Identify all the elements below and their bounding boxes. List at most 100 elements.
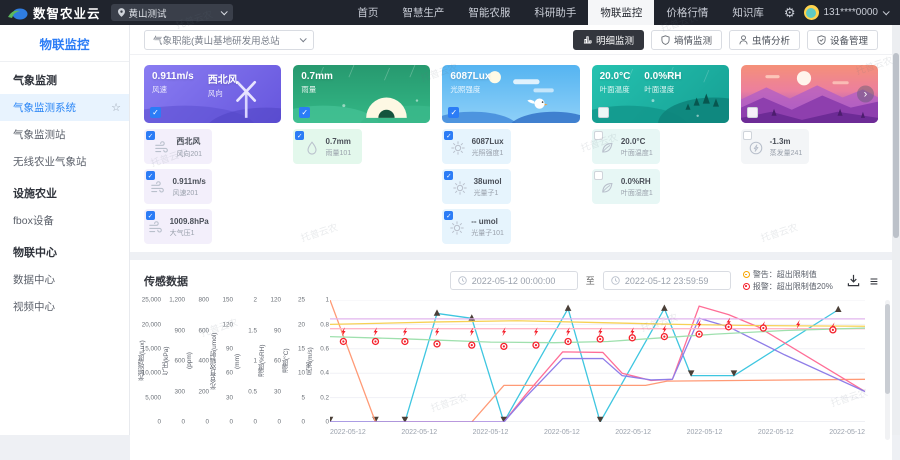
sidebar-item-weather-station[interactable]: 气象监测站 xyxy=(0,121,129,148)
toolbar-buttons: 明细监测 墒情监测 虫情分析 设备管理 xyxy=(573,30,878,50)
user-menu[interactable]: 131****0000 xyxy=(804,5,900,20)
metric-value: 20.0°C xyxy=(600,71,631,82)
nav-item-agriservice[interactable]: 智能农服 xyxy=(456,0,522,25)
sensor-tile[interactable]: ✓-- umol光量子101 xyxy=(442,209,510,244)
nav-item-price[interactable]: 价格行情 xyxy=(654,0,720,25)
nav-item-production[interactable]: 智慧生产 xyxy=(390,0,456,25)
avatar xyxy=(804,5,819,20)
card-checkbox[interactable]: ✓ xyxy=(299,107,310,118)
y-axis-tick: 90 xyxy=(274,327,281,334)
card-rain[interactable]: 0.7mm 雨量 ✓ xyxy=(293,65,430,123)
list-view-icon[interactable]: ≡ xyxy=(870,273,878,289)
nav-menu: 首页 智慧生产 智能农服 科研助手 物联监控 价格行情 知识库 xyxy=(345,0,776,25)
station-select[interactable]: 气象职能(黄山基地研发用总站 xyxy=(144,30,314,50)
sensor-tile[interactable]: 0.0%RH叶面湿度1 xyxy=(592,169,660,204)
sensor-tile[interactable]: ✓1009.8hPa大气压1 xyxy=(144,209,212,244)
y-axis-tick: 0 xyxy=(253,419,257,426)
tile-checkbox[interactable]: ✓ xyxy=(444,131,453,140)
star-icon[interactable]: ☆ xyxy=(111,101,121,114)
device-manage-button[interactable]: 设备管理 xyxy=(807,30,878,50)
card-metrics: 0.911m/s风速 西北风风向 xyxy=(152,71,238,99)
y-axis-tick: 0 xyxy=(325,419,329,426)
warn-legend-label: 警告：超出限制值 xyxy=(753,269,817,281)
metric-label: 雨量 xyxy=(301,84,333,95)
y-axis-tick: 1,200 xyxy=(169,297,185,304)
y-axis-tick: 25,000 xyxy=(142,297,161,304)
pest-analysis-button[interactable]: 虫情分析 xyxy=(729,30,800,50)
nav-item-home[interactable]: 首页 xyxy=(345,0,390,25)
tile-checkbox[interactable]: ✓ xyxy=(444,211,453,220)
nav-item-knowledge[interactable]: 知识库 xyxy=(720,0,776,25)
sensor-tile[interactable]: ✓西北风风向201 xyxy=(144,129,212,164)
date-to-input[interactable]: 2022-05-12 23:59:59 xyxy=(603,271,731,290)
tile-value: 38umol xyxy=(474,177,502,186)
date-to-value: 2022-05-12 23:59:59 xyxy=(625,276,709,286)
location-select[interactable]: 黄山测试 xyxy=(111,4,233,21)
chart-scrollbar[interactable] xyxy=(885,300,890,440)
y-axis-tick: 2 xyxy=(253,297,257,304)
gear-icon[interactable]: ⚙ xyxy=(776,5,804,21)
page-scrollbar[interactable] xyxy=(892,25,900,435)
y-axis-tick: 120 xyxy=(270,297,281,304)
droplet-icon xyxy=(304,140,320,156)
tile-checkbox[interactable]: ✓ xyxy=(295,131,304,140)
tile-checkbox[interactable]: ✓ xyxy=(146,211,155,220)
sidebar-item-fbox[interactable]: fbox设备 xyxy=(0,207,129,234)
next-card-button[interactable]: › xyxy=(857,86,874,103)
tile-label: 光量子101 xyxy=(471,228,504,238)
card-wind[interactable]: 0.911m/s风速 西北风风向 ✓ xyxy=(144,65,281,123)
detail-monitor-button[interactable]: 明细监测 xyxy=(573,30,644,50)
warn-legend-icon xyxy=(743,271,750,278)
tile-value: 1009.8hPa xyxy=(170,217,209,226)
nav-item-research[interactable]: 科研助手 xyxy=(522,0,588,25)
y-axis-tick: 30 xyxy=(226,394,233,401)
card-checkbox[interactable]: ✓ xyxy=(747,107,758,118)
wind-icon xyxy=(148,220,164,236)
date-from-input[interactable]: 2022-05-12 00:00:00 xyxy=(450,271,578,290)
sensor-tile[interactable]: ✓6087Lux光照强度1 xyxy=(442,129,510,164)
sidebar-item-data-center[interactable]: 数据中心 xyxy=(0,266,129,293)
y-axis-tick: 90 xyxy=(226,345,233,352)
card-checkbox[interactable]: ✓ xyxy=(598,107,609,118)
tile-checkbox[interactable]: ✓ xyxy=(146,171,155,180)
metric-value: 0.7mm xyxy=(301,71,333,82)
chevron-down-icon xyxy=(883,8,890,15)
y-axis-tick: 10 xyxy=(298,370,305,377)
y-axis-tick: 0.5 xyxy=(248,388,257,395)
download-icon[interactable] xyxy=(847,274,860,287)
sidebar-item-wireless-station[interactable]: 无线农业气象站 xyxy=(0,148,129,175)
tile-checkbox[interactable]: ✓ xyxy=(146,131,155,140)
line-chart xyxy=(330,300,865,422)
sensor-tile[interactable]: -1.3m蒸发量241 xyxy=(741,129,809,164)
scrollbar-thumb[interactable] xyxy=(893,53,899,238)
metric-label: 光照强度 xyxy=(450,84,490,95)
sensor-tile[interactable]: ✓0.7mm雨量101 xyxy=(293,129,361,164)
card-checkbox[interactable]: ✓ xyxy=(150,107,161,118)
plot-area[interactable]: 2022-05-122022-05-122022-05-122022-05-12… xyxy=(330,300,865,436)
tile-checkbox[interactable]: ✓ xyxy=(444,171,453,180)
sensor-tile[interactable]: ✓0.911m/s风速201 xyxy=(144,169,212,204)
y-axis-tick: 25 xyxy=(298,297,305,304)
y-axis-tick: 0 xyxy=(277,419,281,426)
card-sunset[interactable]: ✓ › xyxy=(741,65,878,123)
tile-checkbox[interactable] xyxy=(743,131,752,140)
y-axis-tick: 0 xyxy=(157,419,161,426)
monitor-icon xyxy=(583,35,592,44)
soil-monitor-button[interactable]: 墒情监测 xyxy=(651,30,722,50)
y-axis-title: 湿度(%RH) xyxy=(258,300,266,422)
tile-group-rain: ✓0.7mm雨量101 xyxy=(293,129,430,244)
card-leaf[interactable]: 20.0°C叶面温度 0.0%RH叶面湿度 ✓ xyxy=(592,65,729,123)
sensor-tile[interactable]: 20.0°C叶面温度1 xyxy=(592,129,660,164)
monitor-panel: 气象职能(黄山基地研发用总站 明细监测 墒情监测 虫情分析 xyxy=(130,25,892,252)
card-light[interactable]: 6087Lux光照强度 ✓ xyxy=(442,65,579,123)
tile-checkbox[interactable] xyxy=(594,171,603,180)
y-axis-tick: 600 xyxy=(174,358,185,365)
y-axis-tick: 20,000 xyxy=(142,321,161,328)
card-checkbox[interactable]: ✓ xyxy=(448,107,459,118)
nav-item-iot-monitor[interactable]: 物联监控 xyxy=(588,0,654,25)
sidebar-item-weather-system[interactable]: 气象监测系统 ☆ xyxy=(0,94,129,121)
sensor-tile[interactable]: ✓38umol光量子1 xyxy=(442,169,510,204)
sidebar-item-video-center[interactable]: 视频中心 xyxy=(0,293,129,320)
tile-checkbox[interactable] xyxy=(594,131,603,140)
tile-label: 光照强度1 xyxy=(472,148,504,158)
